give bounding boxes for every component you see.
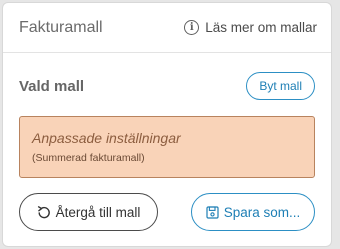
action-row: Återgå till mall Spara som...: [19, 193, 315, 231]
save-as-button[interactable]: Spara som...: [191, 193, 315, 231]
save-as-label: Spara som...: [223, 204, 301, 220]
info-icon: i: [184, 20, 200, 35]
revert-label: Återgå till mall: [55, 204, 141, 220]
current-template-box: Anpassade inställningar (Summerad faktur…: [19, 116, 315, 178]
undo-icon: [37, 205, 51, 219]
panel-header: Fakturamall i Läs mer om mallar: [3, 3, 331, 53]
panel-title: Fakturamall: [19, 18, 103, 36]
selected-template-label: Vald mall: [19, 77, 85, 95]
change-template-button[interactable]: Byt mall: [246, 72, 315, 100]
revert-to-template-button[interactable]: Återgå till mall: [19, 193, 158, 231]
save-icon: [206, 205, 219, 219]
invoice-template-panel: Fakturamall i Läs mer om mallar Vald mal…: [2, 2, 332, 247]
read-more-link[interactable]: i Läs mer om mallar: [184, 20, 317, 35]
selected-template-row: Vald mall Byt mall: [19, 71, 315, 101]
read-more-label: Läs mer om mallar: [205, 20, 317, 35]
template-name: Anpassade inställningar: [32, 130, 181, 146]
panel-body: Vald mall Byt mall Anpassade inställning…: [3, 71, 331, 231]
template-description: (Summerad fakturamall): [32, 152, 145, 164]
